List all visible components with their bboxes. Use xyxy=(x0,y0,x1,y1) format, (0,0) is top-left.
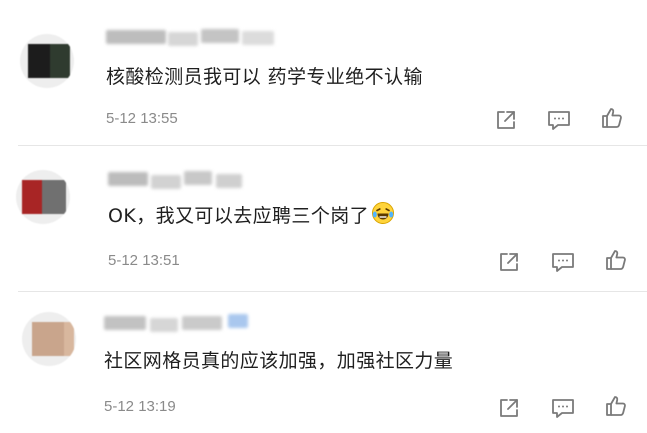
like-button[interactable] xyxy=(602,392,630,420)
username-blurred[interactable] xyxy=(108,170,278,189)
comment-timestamp: 5-12 13:51 xyxy=(108,252,180,269)
avatar[interactable] xyxy=(20,34,74,88)
comment-text-body: OK，我又可以去应聘三个岗了 xyxy=(108,205,370,227)
avatar[interactable] xyxy=(22,312,76,366)
share-button[interactable] xyxy=(492,106,520,134)
share-button[interactable] xyxy=(495,394,523,422)
reply-button[interactable] xyxy=(549,394,577,422)
comment-icon xyxy=(548,111,570,130)
comment-text: OK，我又可以去应聘三个岗了 xyxy=(108,201,395,230)
comment-icon xyxy=(552,253,574,272)
share-icon xyxy=(500,253,518,271)
comment-text: 社区网格员真的应该加强，加强社区力量 xyxy=(104,350,454,372)
comment-timestamp: 5-12 13:19 xyxy=(104,398,176,415)
avatar[interactable] xyxy=(16,170,70,224)
thumbs-up-icon xyxy=(606,396,626,416)
comment-item: 社区网格员真的应该加强，加强社区力量 5-12 13:19 xyxy=(0,292,647,433)
like-button[interactable] xyxy=(598,104,626,132)
comment-icon xyxy=(552,399,574,418)
comment-item: 核酸检测员我可以 药学专业绝不认输 5-12 13:55 xyxy=(0,0,647,145)
comment-timestamp: 5-12 13:55 xyxy=(106,110,178,127)
reply-button[interactable] xyxy=(545,106,573,134)
share-icon xyxy=(497,111,515,129)
like-button[interactable] xyxy=(602,246,630,274)
username-blurred[interactable] xyxy=(104,313,274,332)
username-blurred[interactable] xyxy=(106,28,276,46)
share-button[interactable] xyxy=(495,248,523,276)
reply-button[interactable] xyxy=(549,248,577,276)
thumbs-up-icon xyxy=(602,108,622,128)
laughing-crying-emoji-icon xyxy=(371,201,395,230)
comment-item: OK，我又可以去应聘三个岗了 5-12 13:51 xyxy=(0,146,647,291)
comment-text: 核酸检测员我可以 药学专业绝不认输 xyxy=(106,66,423,88)
thumbs-up-icon xyxy=(606,250,626,270)
share-icon xyxy=(500,399,518,417)
